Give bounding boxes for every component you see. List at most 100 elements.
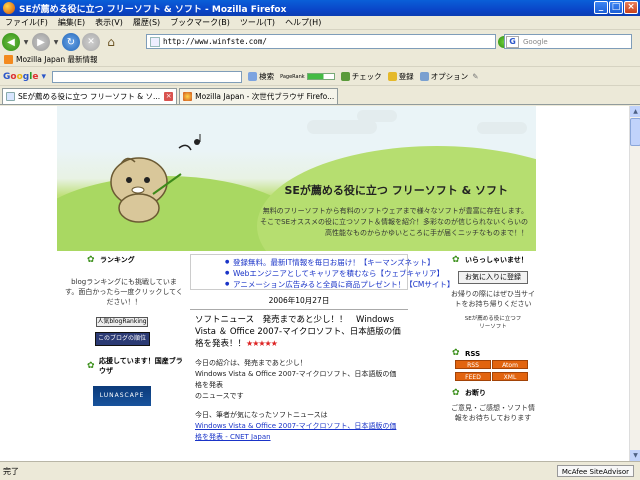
ad-link[interactable]: アニメーション広告みると全員に商品プレゼント！【CMサイト】 [225, 279, 454, 290]
back-history-dropdown[interactable]: ▼ [22, 33, 30, 51]
menu-edit[interactable]: 編集(E) [53, 17, 90, 28]
support-heading: ✿ 応援しています！国産ブラウザ [87, 356, 187, 376]
lunascape-banner[interactable]: LUNASCAPE [93, 386, 151, 406]
scroll-up-arrow-icon[interactable]: ▲ [630, 106, 640, 117]
firefox-tab-icon [183, 92, 193, 101]
google-search-button[interactable]: 検索 [248, 71, 274, 82]
window-title: SEが薦める役に立つ フリーソフト & ソフト - Mozilla Firefo… [19, 4, 287, 15]
site-description: 無料のフリーソフトから有料のソフトウェアまで様々なソフトが豊富に存在します。そこ… [260, 207, 528, 237]
tab-close-icon[interactable]: × [164, 92, 174, 101]
address-bar[interactable]: http://www.winfste.com/ [146, 34, 615, 49]
back-arrow-icon: ◀ [7, 36, 15, 48]
sprout-icon: ✿ [452, 348, 460, 358]
tab-mozilla-japan[interactable]: Mozilla Japan - 次世代ブラウザ Firefo... [179, 88, 339, 104]
maximize-button[interactable]: □ [609, 1, 623, 14]
ad-link[interactable]: 登録無料。最新IT情報を毎日お届け！【キーマンズネット】 [225, 257, 435, 268]
google-logo[interactable]: Google ▾ [3, 72, 46, 82]
search-input[interactable]: Google [523, 38, 548, 46]
rating-stars: ★★★★★ [246, 339, 278, 348]
tab-winfste[interactable]: SEが薦める役に立つ フリーソフト & ソ... × [2, 88, 178, 104]
mcafee-siteadvisor-button[interactable]: McAfee SiteAdvisor [556, 465, 634, 477]
tab-label: SEが薦める役に立つ フリーソフト & ソ... [18, 92, 161, 101]
content-viewport: SEが薦める役に立つ フリーソフト & ソフト 無料のフリーソフトから有料のソフ… [0, 106, 629, 461]
sprout-icon: ✿ [452, 387, 460, 398]
home-button[interactable]: ⌂ [102, 33, 120, 51]
home-icon: ⌂ [107, 35, 115, 49]
cloud-decoration [477, 122, 527, 134]
title-bar: SEが薦める役に立つ フリーソフト & ソフト - Mozilla Firefo… [0, 0, 640, 16]
rss-buttons: RSS Atom FEED XML [450, 358, 536, 382]
reload-icon: ↻ [66, 36, 76, 48]
site-favicon [150, 36, 160, 47]
sprout-icon: ✿ [452, 254, 460, 265]
pagerank-bar [306, 73, 335, 80]
close-button[interactable]: × [624, 1, 638, 14]
bookmarks-toolbar: Mozilla Japan 最新情報 [0, 53, 640, 67]
main-column: 登録無料。最新IT情報を毎日お届け！【キーマンズネット】 Webエンジニアとして… [190, 251, 454, 461]
back-button[interactable]: ◀ [2, 33, 20, 51]
notice-text: ご意見・ご感想・ソフト情報をお待ちしております [451, 404, 535, 422]
google-engine-icon[interactable]: G [506, 35, 519, 48]
reload-button[interactable]: ↻ [62, 33, 80, 51]
favorite-text: お帰りの際にはぜひ当サイトをお持ち帰りください [451, 290, 535, 308]
search-icon [248, 72, 258, 81]
spell-check-button[interactable]: チェック [340, 71, 382, 82]
post-title-text: ソフトニュース 発売まであと少し！！ Windows Vista ＆ Offic… [195, 315, 401, 349]
blog-ranking-badge[interactable]: 人気blogRanking [96, 317, 148, 327]
forward-history-dropdown[interactable]: ▼ [52, 33, 60, 51]
pencil-icon[interactable]: ✎ [472, 72, 478, 81]
blog-rank-badge[interactable]: このブログの順位は [94, 332, 150, 354]
rss-heading: ✿ RSS [452, 349, 536, 358]
scrollbar-thumb[interactable] [630, 118, 640, 146]
ad-list: 登録無料。最新IT情報を毎日お届け！【キーマンズネット】 Webエンジニアとして… [190, 254, 454, 290]
menu-help[interactable]: ヘルプ(H) [280, 17, 326, 28]
bookmark-mozilla-japan[interactable]: Mozilla Japan 最新情報 [16, 54, 98, 65]
pagerank-indicator[interactable]: PageRank [280, 73, 335, 80]
check-label: チェック [351, 72, 382, 81]
google-search-input[interactable] [52, 70, 243, 83]
menu-view[interactable]: 表示(V) [90, 17, 128, 28]
post-title[interactable]: ソフトニュース 発売まであと少し！！ Windows Vista ＆ Offic… [195, 314, 403, 350]
tab-strip: SEが薦める役に立つ フリーソフト & ソ... × Mozilla Japan… [0, 87, 640, 105]
options-label: オプション [430, 72, 469, 81]
url-text[interactable]: http://www.winfste.com/ [163, 37, 267, 46]
feed-button[interactable]: FEED [455, 372, 491, 381]
forward-button[interactable]: ▶ [32, 33, 50, 51]
atom-button[interactable]: Atom [492, 360, 528, 369]
blog-post: ソフトニュース 発売まであと少し！！ Windows Vista ＆ Offic… [190, 309, 408, 461]
google-bookmark-button[interactable]: 登録 [387, 71, 414, 82]
stop-button[interactable]: ✕ [82, 33, 100, 51]
google-toolbar: Google ▾ 検索 PageRank チェック 登録 オプション ✎ [0, 68, 640, 86]
notice-heading-label: お断り [465, 389, 486, 397]
sprout-icon: ✿ [87, 254, 95, 265]
rss-heading-label: RSS [465, 349, 481, 358]
google-search-label: 検索 [259, 72, 275, 81]
cloud-decoration [357, 110, 397, 122]
support-heading-label: 応援しています！国産ブラウザ [99, 357, 183, 375]
google-options-button[interactable]: オプション ✎ [419, 71, 478, 82]
sprout-icon: ✿ [87, 360, 95, 371]
post-date: 2006年10月27日 [268, 296, 330, 305]
ad-link[interactable]: Webエンジニアとしてキャリアを積むなら【ウェブキャリア】 [225, 268, 444, 279]
news-link[interactable]: Windows Vista & Office 2007-マイクロソフト、日本語版… [195, 421, 403, 443]
menu-history[interactable]: 履歴(S) [128, 17, 165, 28]
post-paragraph: 今日、筆者が気になったソフトニュースは [195, 411, 328, 419]
forward-arrow-icon: ▶ [37, 36, 45, 48]
menu-file[interactable]: ファイル(F) [0, 17, 53, 28]
site-banner: SEが薦める役に立つ フリーソフト & ソフト 無料のフリーソフトから有料のソフ… [57, 106, 536, 251]
rss-button[interactable]: RSS [455, 360, 491, 369]
search-bar[interactable]: G Google [504, 34, 632, 49]
menu-tools[interactable]: ツール(T) [235, 17, 280, 28]
hamster-mascot-icon [110, 134, 201, 223]
se-site-badge[interactable]: SEが薦める役に立つフリーソフト [463, 315, 523, 339]
page-icon [6, 92, 15, 101]
site-title[interactable]: SEが薦める役に立つ フリーソフト & ソフト [284, 182, 508, 198]
minimize-button[interactable]: _ [594, 1, 608, 14]
menu-bookmarks[interactable]: ブックマーク(B) [165, 17, 235, 28]
vertical-scrollbar[interactable]: ▲ ▼ [629, 106, 640, 461]
bookmark-label: 登録 [398, 72, 414, 81]
menu-bar: ファイル(F) 編集(E) 表示(V) 履歴(S) ブックマーク(B) ツール(… [0, 16, 640, 30]
add-favorite-button[interactable]: お気に入りに登録 [458, 271, 528, 284]
xml-button[interactable]: XML [492, 372, 528, 381]
scroll-down-arrow-icon[interactable]: ▼ [630, 450, 640, 461]
